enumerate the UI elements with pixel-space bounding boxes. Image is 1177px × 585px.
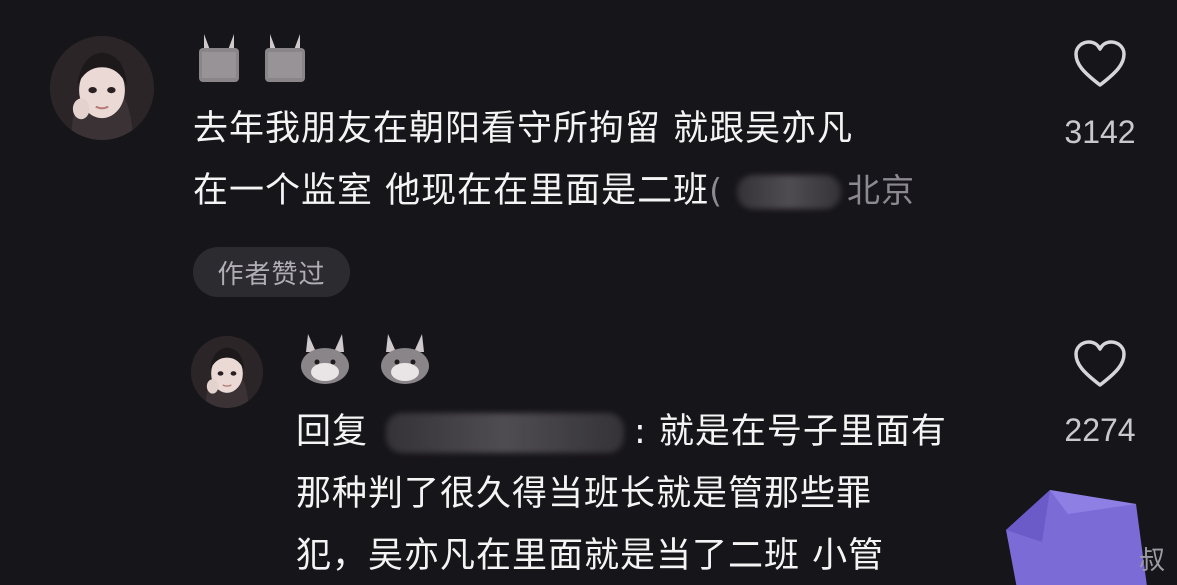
bunny-icon (381, 334, 429, 384)
like-count: 2274 (1064, 412, 1136, 448)
like-count: 3142 (1064, 114, 1136, 150)
purple-sticker-icon (1006, 490, 1147, 585)
comment-line-text: 在一个监室 他现在在里面是二班 (193, 171, 710, 211)
heart-icon (1074, 40, 1126, 87)
avatar[interactable] (191, 336, 263, 408)
blurred-username (386, 413, 625, 453)
comment-body[interactable]: 去年我朋友在朝阳看守所拘留 就跟吴亦凡 在一个监室 他现在在里面是二班( 北京 (193, 98, 915, 222)
avatar-portrait (50, 36, 154, 140)
reply-line-text: : 就是在号子里面有 (634, 412, 947, 452)
cropped-text: 叔 (1138, 546, 1165, 576)
like-button[interactable]: 3142 (1052, 40, 1148, 151)
reply-line: 犯，吴亦凡在里面就是当了二班 小管 (296, 536, 885, 576)
avatar[interactable] (50, 36, 154, 140)
comment-line: 在一个监室 他现在在里面是二班( 北京 (193, 160, 915, 222)
like-button[interactable]: 2274 (1052, 340, 1148, 449)
location-label: 北京 (847, 171, 916, 210)
heart-icon (1074, 340, 1126, 387)
comment-screen: 去年我朋友在朝阳看守所拘留 就跟吴亦凡 在一个监室 他现在在里面是二班( 北京 作… (0, 0, 1177, 585)
blurred-timestamp (737, 175, 842, 209)
bunny-icon (265, 34, 305, 82)
reply-line: 那种判了很久得当班长就是管那些罪 (296, 474, 873, 514)
bunny-icon (301, 334, 349, 384)
reply-body[interactable]: 回复 : 就是在号子里面有 那种判了很久得当班长就是管那些罪 犯，吴亦凡在里面就是… (296, 401, 947, 585)
nickname[interactable] (298, 330, 432, 386)
avatar-portrait (191, 336, 263, 408)
comment-line: 去年我朋友在朝阳看守所拘留 就跟吴亦凡 (193, 109, 854, 149)
reply-line: 回复 : 就是在号子里面有 (296, 401, 947, 463)
nickname[interactable] (196, 30, 308, 84)
location-paren: ( (709, 171, 724, 210)
reply-prefix: 回复 (296, 412, 369, 452)
author-liked-badge: 作者赞过 (193, 247, 350, 297)
bunny-icon (199, 34, 239, 82)
